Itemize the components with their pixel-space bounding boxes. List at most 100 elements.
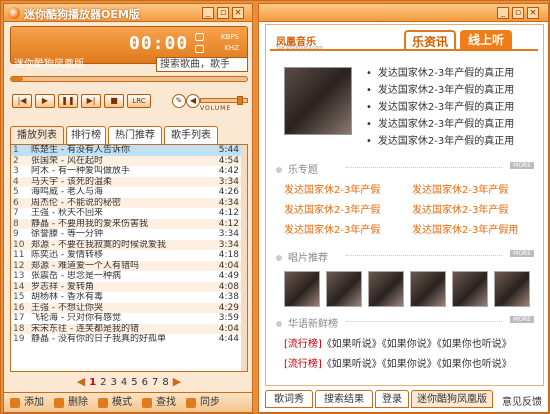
action-button[interactable]: 模式 bbox=[98, 396, 132, 410]
minimize-button[interactable]: _ bbox=[202, 7, 214, 19]
tab-search-results[interactable]: 搜索结果 bbox=[315, 390, 373, 408]
volume-knob[interactable] bbox=[237, 96, 244, 105]
right-restore-button[interactable]: ▫ bbox=[512, 7, 524, 19]
chart-items: 《如果听说》《如果你说》《如果你也听说》 bbox=[321, 339, 512, 350]
previous-button[interactable]: |◀ bbox=[12, 94, 32, 108]
playlist-row[interactable]: 16 王强 - 不想让你哭 4:29 bbox=[11, 302, 247, 313]
news-item[interactable]: 发达国家休2-3年产假的真正用 bbox=[366, 82, 541, 99]
search-input[interactable]: 搜索歌曲，歌手 bbox=[156, 57, 248, 72]
news-item[interactable]: 发达国家休2-3年产假的真正用 bbox=[366, 116, 541, 133]
more-button[interactable]: MORE bbox=[510, 250, 534, 257]
page-link[interactable]: 6 bbox=[142, 377, 148, 388]
playlist-row[interactable]: 19 静晶 - 没有你的日子我真的好孤单 4:44 bbox=[11, 334, 247, 345]
tab-listen-online[interactable]: 线上听 bbox=[460, 30, 512, 50]
news-item[interactable]: 发达国家休2-3年产假的真正用 bbox=[366, 65, 541, 82]
topic-link[interactable]: 发达国家休2-3年产假 bbox=[284, 201, 380, 216]
playlist-row[interactable]: 10 郑源 - 不要在我寂寞的时候说爱我 3:34 bbox=[11, 239, 247, 250]
topic-link[interactable]: 发达国家休2-3年产假 bbox=[284, 181, 380, 196]
scrollbar[interactable] bbox=[241, 145, 247, 371]
tab-singers[interactable]: 歌手列表 bbox=[164, 126, 218, 144]
more-button[interactable]: MORE bbox=[510, 162, 534, 169]
tab-hot[interactable]: 热门推荐 bbox=[108, 126, 162, 144]
playlist-row[interactable]: 9 徐誉滕 - 等一分钟 3:34 bbox=[11, 229, 247, 240]
playlist-row[interactable]: 12 郑源 - 难道爱一个人有错吗 4:04 bbox=[11, 260, 247, 271]
action-button[interactable]: 添加 bbox=[10, 396, 44, 410]
page-link[interactable]: 5 bbox=[131, 377, 137, 388]
play-button[interactable]: ▶ bbox=[35, 94, 55, 108]
playlist-row[interactable]: 4 马天宇 - 该死的温柔 3:34 bbox=[11, 176, 247, 187]
album-thumb[interactable] bbox=[284, 271, 320, 307]
shuffle-icon[interactable] bbox=[195, 45, 204, 53]
page-link[interactable]: 7 bbox=[152, 377, 158, 388]
row-title: 罗志祥 - 爱转角 bbox=[31, 281, 94, 292]
playlist-row[interactable]: 8 静晶 - 不要用我的爱来伤害我 4:12 bbox=[11, 218, 247, 229]
topic-link[interactable]: 发达国家休2-3年产假 bbox=[412, 181, 508, 196]
album-thumb[interactable] bbox=[326, 271, 362, 307]
playlist-row[interactable]: 18 宋宋东往 - 连笑都是我的错 4:04 bbox=[11, 323, 247, 334]
mute-icon[interactable]: ◀ bbox=[186, 94, 200, 108]
playlist-row[interactable]: 5 海鸣威 - 老人与海 4:26 bbox=[11, 187, 247, 198]
row-duration: 4:26 bbox=[218, 187, 239, 197]
section-title: 华语新鲜榜 bbox=[288, 319, 338, 330]
tab-lyrics-show[interactable]: 歌词秀 bbox=[265, 390, 313, 408]
action-button[interactable]: 查找 bbox=[142, 396, 176, 410]
progress-bar[interactable] bbox=[10, 76, 248, 82]
album-thumb[interactable] bbox=[452, 271, 488, 307]
action-label: 添加 bbox=[24, 397, 44, 408]
playlist-row[interactable]: 3 阿木 - 有一种爱叫做放手 4:42 bbox=[11, 166, 247, 177]
volume-slider[interactable] bbox=[200, 96, 248, 105]
page-link[interactable]: 8 bbox=[162, 377, 168, 388]
tab-charts[interactable]: 排行榜 bbox=[66, 126, 106, 144]
row-title: 宋宋东往 - 连笑都是我的错 bbox=[31, 323, 139, 334]
page-link[interactable]: 3 bbox=[111, 377, 117, 388]
pause-button[interactable]: ❚❚ bbox=[58, 94, 78, 108]
right-minimize-button[interactable]: _ bbox=[497, 7, 509, 19]
tab-mini-kugou[interactable]: 迷你酷狗凤凰版 bbox=[411, 390, 493, 408]
tab-login[interactable]: 登录 bbox=[375, 390, 409, 408]
news-item[interactable]: 发达国家休2-3年产假的真正用 bbox=[366, 133, 541, 150]
mini-mode-button[interactable]: ▫ bbox=[217, 7, 229, 19]
news-item[interactable]: 发达国家休2-3年产假的真正用 bbox=[366, 99, 541, 116]
playlist-row[interactable]: 14 罗志祥 - 爱转角 4:08 bbox=[11, 281, 247, 292]
album-thumb[interactable] bbox=[410, 271, 446, 307]
playlist-row[interactable]: 13 张震岳 - 思念是一种病 4:49 bbox=[11, 271, 247, 282]
chart-row[interactable]: [流行榜]《如果听说》《如果你说》《如果你也听说》 bbox=[284, 335, 512, 350]
tab-music-news[interactable]: 乐资讯 bbox=[404, 30, 456, 50]
right-close-button[interactable]: × bbox=[527, 7, 539, 19]
next-button[interactable]: ▶| bbox=[81, 94, 101, 108]
more-button[interactable]: MORE bbox=[510, 316, 534, 323]
topic-link[interactable]: 发达国家休2-3年产假 bbox=[412, 201, 508, 216]
right-title-bar[interactable]: _ ▫ × bbox=[259, 4, 548, 22]
page-link[interactable]: 1 bbox=[89, 377, 96, 388]
stop-button[interactable]: ■ bbox=[104, 94, 124, 108]
close-button[interactable]: × bbox=[232, 7, 244, 19]
row-duration: 4:54 bbox=[218, 155, 239, 166]
row-title: 王强 - 秋天不回来 bbox=[31, 208, 103, 218]
dotted-divider bbox=[346, 255, 502, 256]
playlist-row[interactable]: 2 张国荣 - 风在起时 4:54 bbox=[11, 155, 247, 166]
prev-page-icon[interactable]: ◀ bbox=[77, 375, 85, 388]
edit-icon[interactable]: ✎ bbox=[172, 94, 186, 108]
playlist-row[interactable]: 11 陈奕迅 - 爱情转移 4:18 bbox=[11, 250, 247, 261]
title-bar[interactable]: 迷你酷狗播放器OEM版 _ ▫ × bbox=[4, 4, 252, 22]
action-button[interactable]: 删除 bbox=[54, 396, 88, 410]
playlist-row[interactable]: 7 王强 - 秋天不回来 4:12 bbox=[11, 208, 247, 219]
topic-link[interactable]: 发达国家休2-3年产假用 bbox=[412, 221, 518, 236]
album-thumb[interactable] bbox=[368, 271, 404, 307]
page-link[interactable]: 4 bbox=[121, 377, 127, 388]
page-link[interactable]: 2 bbox=[100, 377, 106, 388]
playlist-row[interactable]: 1 陈楚生 - 有没有人告诉你 5:44 bbox=[11, 145, 247, 156]
tab-playlist[interactable]: 播放列表 bbox=[10, 126, 64, 144]
lyrics-button[interactable]: LRC bbox=[127, 94, 151, 108]
artist-photo[interactable] bbox=[284, 67, 352, 135]
album-thumb[interactable] bbox=[494, 271, 530, 307]
repeat-icon[interactable] bbox=[195, 33, 204, 41]
topic-link[interactable]: 发达国家休2-3年产假 bbox=[284, 221, 380, 236]
playlist-row[interactable]: 17 飞轮海 - 只对你有感觉 3:59 bbox=[11, 313, 247, 324]
next-page-icon[interactable]: ▶ bbox=[173, 375, 181, 388]
action-button[interactable]: 同步 bbox=[186, 396, 220, 410]
chart-row[interactable]: [流行榜]《如果听说》《如果你说》《如果你也听说》 bbox=[284, 355, 512, 370]
playlist-row[interactable]: 15 胡杨林 - 香水有毒 4:38 bbox=[11, 292, 247, 303]
playlist-row[interactable]: 6 周杰伦 - 不能说的秘密 4:34 bbox=[11, 197, 247, 208]
feedback-link[interactable]: 意见反馈 bbox=[502, 393, 542, 408]
